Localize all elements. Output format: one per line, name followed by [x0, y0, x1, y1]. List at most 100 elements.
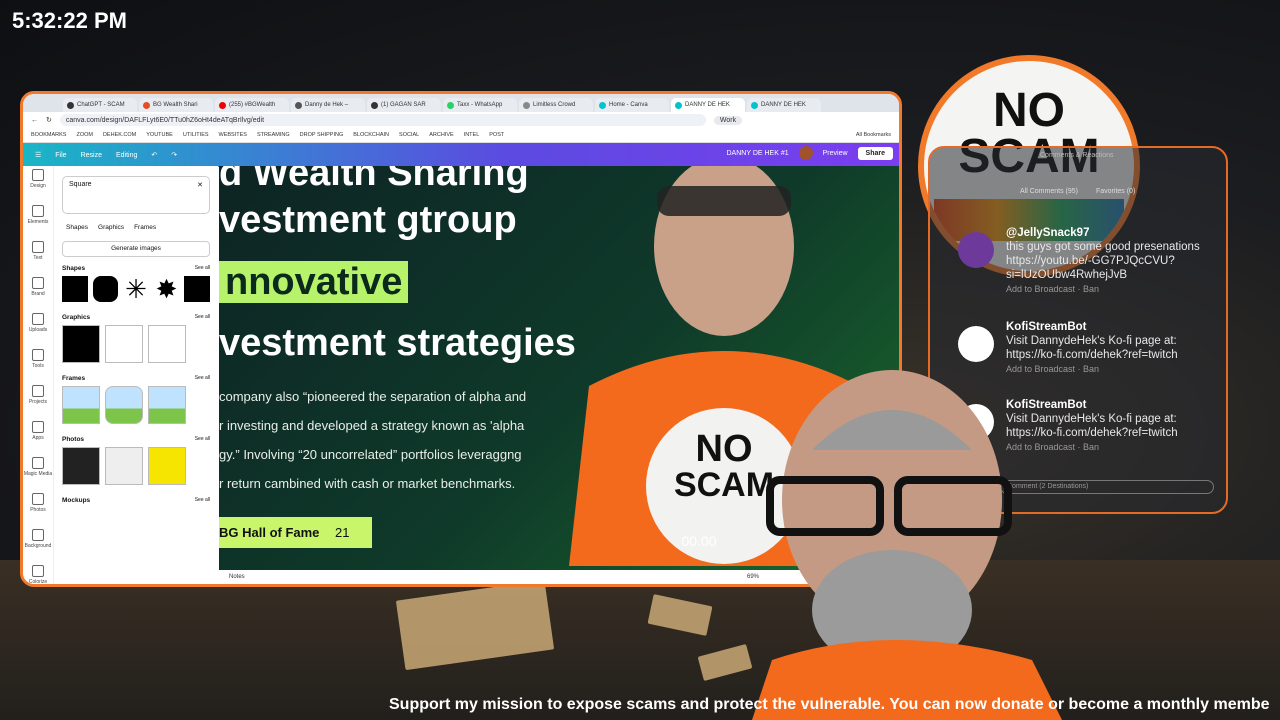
bookmark-folder[interactable]: SOCIAL [399, 132, 419, 138]
browser-tab[interactable]: ChatGPT - SCAM [63, 98, 137, 112]
editing-dropdown[interactable]: Editing [116, 152, 137, 159]
back-icon[interactable]: ← [31, 117, 38, 124]
rail-item[interactable]: Projects [23, 385, 53, 418]
slide-headline-3: nnovative [219, 261, 409, 303]
bookmark-folder[interactable]: INTEL [464, 132, 480, 138]
rail-label: Colorize [28, 579, 48, 585]
shapes-row: ✳ ✸ [54, 272, 218, 306]
bookmark-folder[interactable]: ARCHIVE [429, 132, 453, 138]
rail-label: Tools [32, 363, 44, 369]
url-field[interactable]: canva.com/design/DAFLFLyt6E0/TTu0hZ6oHt4… [59, 114, 706, 126]
square-shape[interactable] [62, 276, 88, 302]
bookmark-folder[interactable]: STREAMING [257, 132, 290, 138]
browser-tab[interactable]: (1) GAGAN SAR [367, 98, 441, 112]
section-label: Mockups [62, 497, 91, 504]
chip-shapes[interactable]: Shapes [66, 224, 88, 231]
reload-icon[interactable]: ↻ [46, 116, 52, 124]
rail-item[interactable]: Elements [23, 205, 53, 238]
menu-icon[interactable]: ☰ [35, 151, 41, 159]
bookmark-folder[interactable]: BOOKMARKS [31, 132, 66, 138]
slide-body: company also “pioneered the separation o… [219, 382, 559, 498]
share-button[interactable]: Share [857, 146, 893, 160]
search-input[interactable]: Square ✕ [62, 176, 210, 214]
project-title[interactable]: DANNY DE HEK #1 [727, 150, 789, 157]
rail-icon [32, 565, 44, 577]
rail-item[interactable]: Brand [23, 277, 53, 310]
chat-actions[interactable]: Add to Broadcast · Ban [1006, 284, 1099, 294]
photo-item[interactable] [105, 447, 143, 485]
rail-item[interactable]: Design [23, 169, 53, 202]
tab-favicon-icon [523, 101, 530, 109]
tab-label: DANNY DE HEK [685, 102, 730, 108]
stream-clock: 5:32:22 PM [12, 8, 127, 33]
graphic-item[interactable] [105, 325, 143, 363]
chip-graphics[interactable]: Graphics [98, 224, 124, 231]
tab-favorites[interactable]: Favorites (0) [1096, 188, 1135, 195]
rail-item[interactable]: Uploads [23, 313, 53, 346]
section-label: Frames [62, 375, 86, 382]
canva-toolbar: ☰ File Resize Editing ↶ ↷ DANNY DE HEK #… [23, 143, 899, 167]
rail-item[interactable]: Text [23, 241, 53, 274]
frame-item[interactable] [148, 386, 186, 424]
bookmark-folder[interactable]: BLOCKCHAIN [353, 132, 389, 138]
rail-icon [32, 493, 44, 505]
browser-tab[interactable]: Limitless Crowd [519, 98, 593, 112]
preview-button[interactable]: Preview [823, 150, 848, 157]
see-all-link[interactable]: See all [195, 314, 210, 321]
bookmark-folder[interactable]: POST [489, 132, 504, 138]
browser-tab[interactable]: Home - Canva [595, 98, 669, 112]
chip-frames[interactable]: Frames [134, 224, 156, 231]
bookmark-folder[interactable]: DEHEK.COM [103, 132, 136, 138]
file-menu[interactable]: File [55, 152, 66, 159]
section-label: Graphics [62, 314, 91, 321]
generate-images-button[interactable]: Generate images [62, 241, 210, 257]
see-all-link[interactable]: See all [195, 436, 210, 443]
rounded-shape[interactable] [92, 276, 119, 302]
notes-button[interactable]: Notes [229, 574, 245, 580]
redo-icon[interactable]: ↷ [171, 151, 177, 159]
badge-no: NO [993, 84, 1065, 137]
browser-tab[interactable]: DANNY DE HEK [671, 98, 745, 112]
undo-icon[interactable]: ↶ [151, 151, 157, 159]
body-line: gy.” Involving “20 uncorrelated” portfol… [219, 447, 522, 462]
rail-item[interactable]: Background [23, 529, 53, 562]
see-all-link[interactable]: See all [195, 375, 210, 382]
see-all-link[interactable]: See all [195, 265, 210, 272]
starburst-shape[interactable]: ✸ [154, 276, 180, 302]
browser-tab[interactable]: BG Wealth Shari [139, 98, 213, 112]
rail-item[interactable]: Magic Media [23, 457, 53, 490]
graphic-item[interactable] [148, 325, 186, 363]
bookmark-folder[interactable]: ZOOM [76, 132, 93, 138]
tab-all-comments[interactable]: All Comments (95) [1020, 188, 1078, 195]
browser-tab[interactable]: Danny de Hek – [291, 98, 365, 112]
avatar[interactable] [798, 146, 813, 160]
rail-item[interactable]: Apps [23, 421, 53, 454]
photo-item[interactable] [148, 447, 186, 485]
bookmark-folder[interactable]: YOUTUBE [146, 132, 173, 138]
rail-item[interactable]: Photos [23, 493, 53, 526]
browser-tab[interactable]: Taxx - WhatsApp [443, 98, 517, 112]
close-icon[interactable]: ✕ [197, 181, 203, 189]
rail-label: Apps [32, 435, 44, 441]
hall-of-fame-banner: BG Hall of Fame 21 [219, 517, 372, 548]
asterisk-shape[interactable]: ✳ [123, 276, 149, 302]
see-all-link[interactable]: See all [195, 497, 210, 504]
rail-item[interactable]: Colorize [23, 565, 53, 585]
browser-tab[interactable]: DANNY DE HEK [747, 98, 821, 112]
graphic-item[interactable] [62, 325, 100, 363]
all-bookmarks-link[interactable]: All Bookmarks [856, 132, 891, 138]
frame-item[interactable] [62, 386, 100, 424]
chat-header: Comments & Reactions [1040, 152, 1114, 159]
bookmark-folder[interactable]: DROP SHIPPING [300, 132, 344, 138]
square-shape-2[interactable] [184, 276, 210, 302]
bookmark-folder[interactable]: UTILITIES [183, 132, 209, 138]
photo-item[interactable] [62, 447, 100, 485]
frame-item[interactable] [105, 386, 143, 424]
tab-favicon-icon [371, 101, 378, 109]
rail-item[interactable]: Tools [23, 349, 53, 382]
browser-tab[interactable]: (255) #BGWealth [215, 98, 289, 112]
bookmark-folder[interactable]: WEBSITES [219, 132, 247, 138]
profile-button[interactable]: Work [713, 115, 743, 125]
resize-button[interactable]: Resize [81, 152, 102, 159]
body-line: r return cambined with cash or market be… [219, 476, 516, 491]
